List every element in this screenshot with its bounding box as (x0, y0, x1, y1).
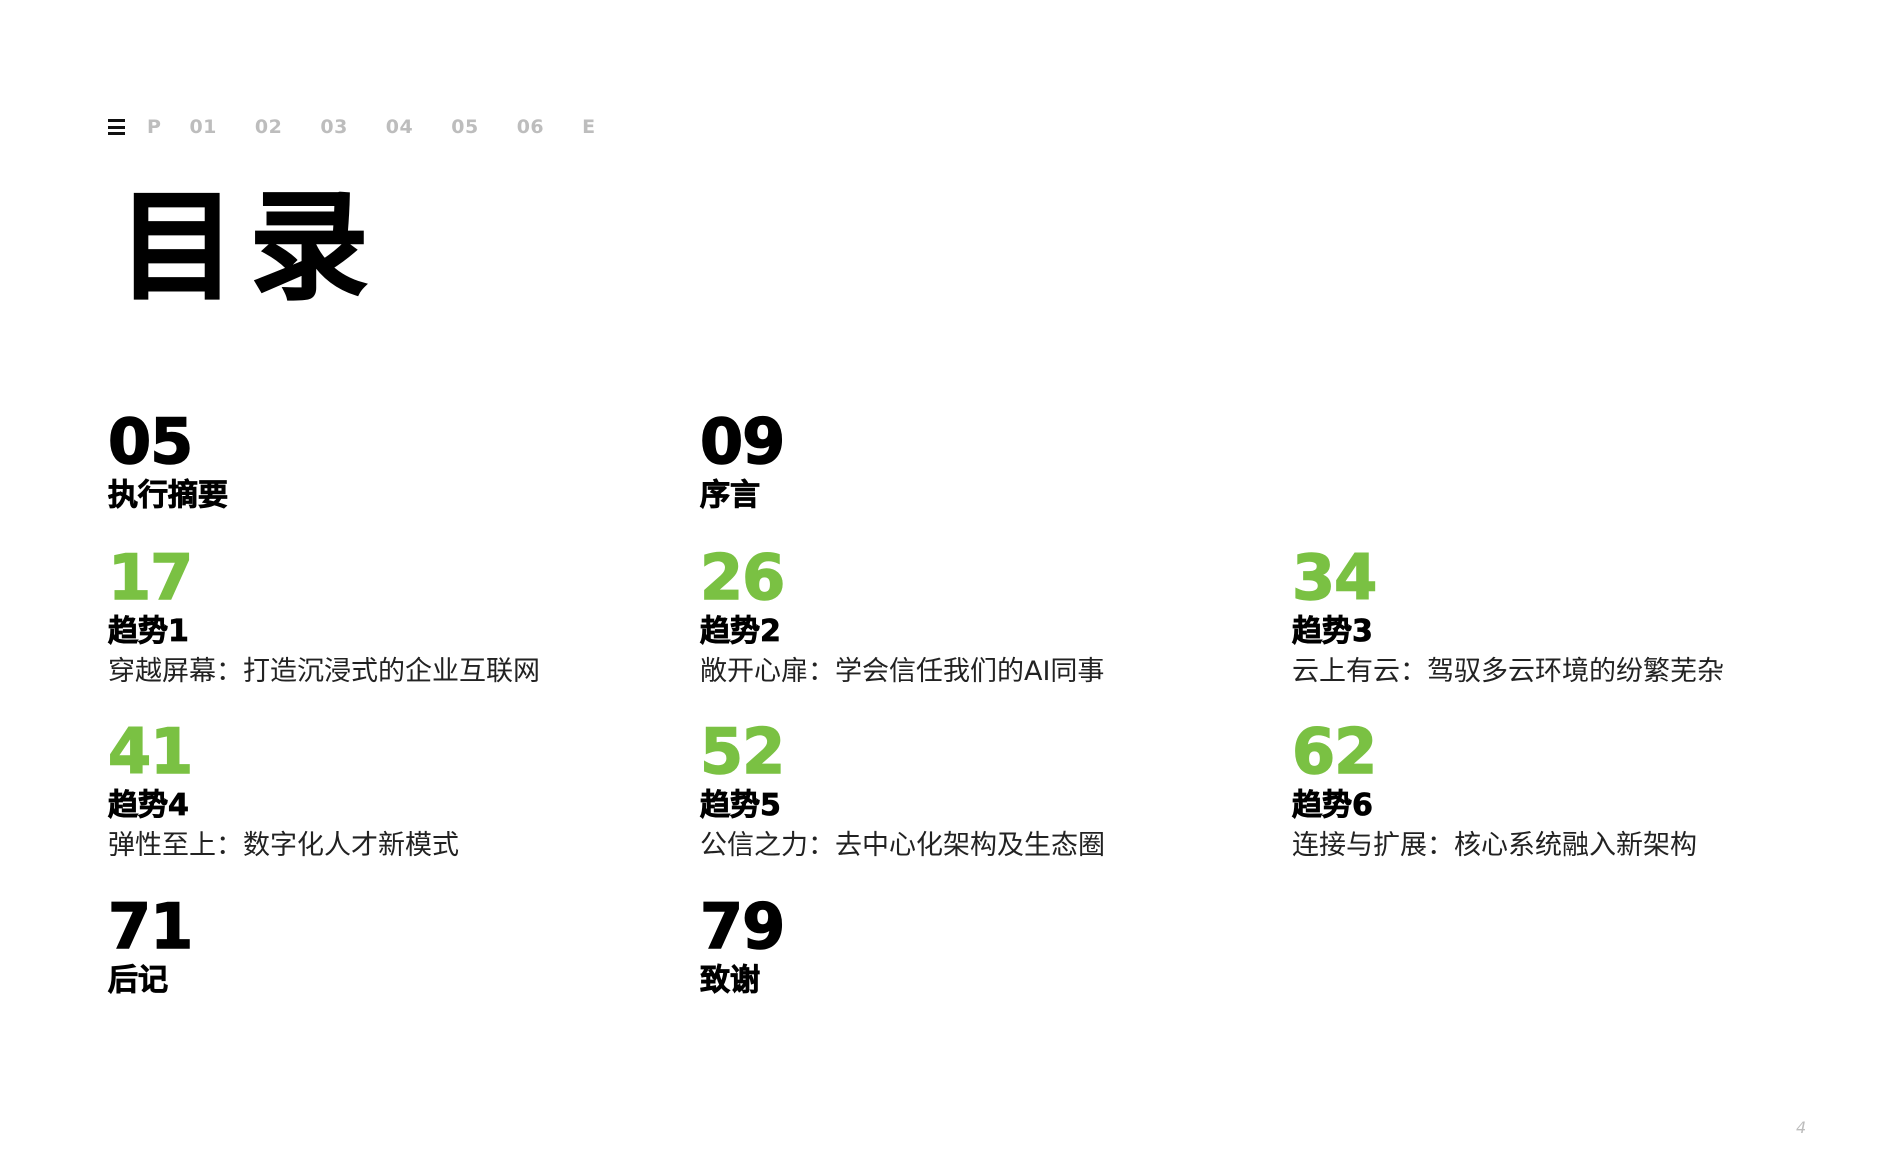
toc-heading: 执行摘要 (108, 478, 229, 514)
toc-entry-preface[interactable]: 09 序言 (699, 405, 1240, 514)
toc-entry-trend-5[interactable]: 52 趋势5 公信之力：去中心化架构及生态圈 (699, 715, 1240, 864)
toc-page-number: 71 (107, 890, 194, 963)
toc-page-number: 41 (107, 715, 194, 788)
nav-item-02[interactable]: 02 (255, 116, 282, 138)
nav-item-epilogue[interactable]: E (582, 116, 595, 138)
nav-item-preface[interactable]: P (147, 116, 161, 138)
page-number: 4 (1796, 1118, 1807, 1137)
toc-subtitle: 穿越屏幕：打造沉浸式的企业互联网 (108, 656, 540, 687)
toc-subtitle: 云上有云：驾驭多云环境的纷繁芜杂 (1292, 656, 1724, 687)
hamburger-menu-icon[interactable] (108, 119, 125, 135)
toc-page-number: 09 (699, 405, 786, 478)
toc-subtitle: 弹性至上：数字化人才新模式 (108, 830, 459, 861)
toc-page-number: 34 (1291, 541, 1378, 614)
toc-entry-trend-1[interactable]: 17 趋势1 穿越屏幕：打造沉浸式的企业互联网 (107, 541, 648, 690)
toc-subtitle: 连接与扩展：核心系统融入新架构 (1292, 830, 1697, 861)
toc-page-number: 17 (107, 541, 194, 614)
toc-heading: 趋势5 (700, 788, 782, 824)
toc-page-number: 79 (699, 890, 786, 963)
toc-entry-acknowledgements[interactable]: 79 致谢 (699, 890, 1240, 999)
nav-item-05[interactable]: 05 (451, 116, 478, 138)
toc-heading: 趋势1 (108, 614, 190, 650)
toc-entry-trend-3[interactable]: 34 趋势3 云上有云：驾驭多云环境的纷繁芜杂 (1291, 541, 1832, 690)
section-nav: P 01 02 03 04 05 06 E (108, 112, 634, 142)
toc-heading: 趋势3 (1292, 614, 1374, 650)
toc-entry-trend-2[interactable]: 26 趋势2 敞开心扉：学会信任我们的AI同事 (699, 541, 1240, 690)
nav-item-01[interactable]: 01 (189, 116, 216, 138)
toc-entry-trend-4[interactable]: 41 趋势4 弹性至上：数字化人才新模式 (107, 715, 648, 864)
toc-heading: 趋势2 (700, 614, 782, 650)
toc-entry-afterword[interactable]: 71 后记 (107, 890, 648, 999)
nav-item-04[interactable]: 04 (386, 116, 413, 138)
toc-subtitle: 敞开心扉：学会信任我们的AI同事 (700, 656, 1105, 687)
toc-heading: 趋势6 (1292, 788, 1374, 824)
toc-heading: 致谢 (700, 963, 761, 999)
toc-entry-executive-summary[interactable]: 05 执行摘要 (107, 405, 648, 514)
toc-page-number: 62 (1291, 715, 1378, 788)
toc-heading: 后记 (108, 963, 169, 999)
toc-entry-trend-6[interactable]: 62 趋势6 连接与扩展：核心系统融入新架构 (1291, 715, 1832, 864)
toc-subtitle: 公信之力：去中心化架构及生态圈 (700, 830, 1105, 861)
toc-page-number: 26 (699, 541, 786, 614)
toc-heading: 趋势4 (108, 788, 190, 824)
page-title: 目录 (117, 178, 383, 316)
nav-item-06[interactable]: 06 (517, 116, 544, 138)
toc-page-number: 05 (107, 405, 194, 478)
toc-page-number: 52 (699, 715, 786, 788)
nav-item-03[interactable]: 03 (320, 116, 347, 138)
toc-heading: 序言 (700, 478, 761, 514)
